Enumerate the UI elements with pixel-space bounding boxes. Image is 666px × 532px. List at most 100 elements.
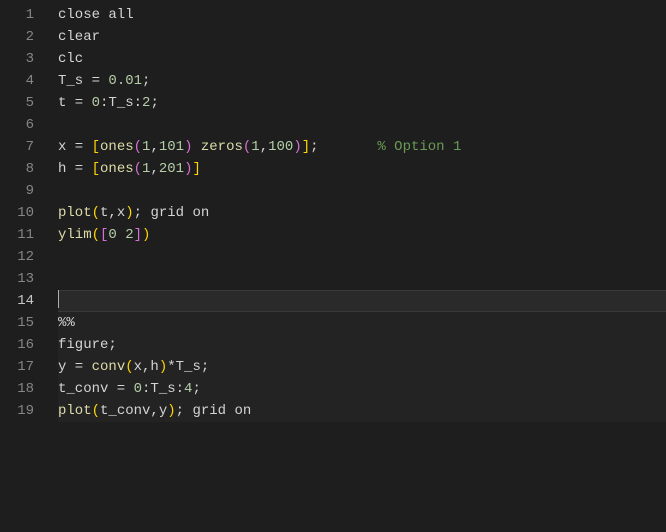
code-token — [117, 227, 125, 243]
code-token: ones — [100, 139, 134, 155]
line-number: 9 — [0, 180, 34, 202]
code-token: clear — [58, 29, 100, 45]
line-number: 7 — [0, 136, 34, 158]
code-token: 1 — [251, 139, 259, 155]
line-number: 18 — [0, 378, 34, 400]
code-token: ; — [150, 95, 158, 111]
code-token: ) — [159, 359, 167, 375]
line-number: 1 — [0, 4, 34, 26]
code-token: [ — [92, 161, 100, 177]
code-token: ] — [302, 139, 310, 155]
code-token: 201 — [159, 161, 184, 177]
code-token: % Option 1 — [377, 139, 461, 155]
section-highlight — [58, 312, 666, 334]
code-token — [192, 139, 200, 155]
code-token: ) — [167, 403, 175, 419]
line-number: 11 — [0, 224, 34, 246]
code-line[interactable] — [58, 180, 666, 202]
line-number: 8 — [0, 158, 34, 180]
code-token: ; — [142, 73, 150, 89]
code-token: conv — [92, 359, 126, 375]
code-line[interactable] — [58, 268, 666, 290]
text-cursor — [58, 290, 59, 308]
code-token: %% — [58, 315, 75, 331]
code-token: ; grid on — [176, 403, 252, 419]
line-number: 3 — [0, 48, 34, 70]
current-line-highlight — [58, 290, 666, 312]
code-token: plot — [58, 403, 92, 419]
code-token: , — [150, 139, 158, 155]
code-line[interactable]: ylim([0 2]) — [58, 224, 666, 246]
code-token: ) — [142, 227, 150, 243]
line-number: 12 — [0, 246, 34, 268]
code-line[interactable]: t = 0:T_s:2; — [58, 92, 666, 114]
line-number: 13 — [0, 268, 34, 290]
code-line[interactable]: figure; — [58, 334, 666, 356]
code-line[interactable]: plot(t_conv,y); grid on — [58, 400, 666, 422]
code-token: y = — [58, 359, 92, 375]
line-number: 15 — [0, 312, 34, 334]
code-token: t,x — [100, 205, 125, 221]
line-number: 5 — [0, 92, 34, 114]
code-token: ylim — [58, 227, 92, 243]
code-token: t = — [58, 95, 92, 111]
code-line[interactable]: t_conv = 0:T_s:4; — [58, 378, 666, 400]
code-token: ] — [134, 227, 142, 243]
line-number: 16 — [0, 334, 34, 356]
code-line[interactable]: clear — [58, 26, 666, 48]
code-token: t_conv = — [58, 381, 134, 397]
line-number: 14 — [0, 290, 34, 312]
code-line[interactable]: %% — [58, 312, 666, 334]
code-token: ; grid on — [134, 205, 210, 221]
code-token: 100 — [268, 139, 293, 155]
line-number: 6 — [0, 114, 34, 136]
code-token: ; — [310, 139, 377, 155]
code-token: x = — [58, 139, 92, 155]
code-token: , — [260, 139, 268, 155]
code-token: ( — [92, 227, 100, 243]
code-token: ( — [134, 161, 142, 177]
code-token: , — [150, 161, 158, 177]
code-line[interactable]: y = conv(x,h)*T_s; — [58, 356, 666, 378]
code-line[interactable]: plot(t,x); grid on — [58, 202, 666, 224]
code-line[interactable] — [58, 290, 666, 312]
code-line[interactable] — [58, 246, 666, 268]
code-token: ] — [192, 161, 200, 177]
section-highlight — [58, 334, 666, 356]
code-token: ) — [125, 205, 133, 221]
code-token: figure; — [58, 337, 117, 353]
line-number: 17 — [0, 356, 34, 378]
code-editor[interactable]: 12345678910111213141516171819 close allc… — [0, 0, 666, 532]
code-token: T_s = — [58, 73, 108, 89]
code-line[interactable]: h = [ones(1,201)] — [58, 158, 666, 180]
code-line[interactable]: x = [ones(1,101) zeros(1,100)]; % Option… — [58, 136, 666, 158]
code-token: close all — [58, 7, 134, 23]
code-token: ; — [192, 381, 200, 397]
code-token: :T_s: — [100, 95, 142, 111]
code-token: h = — [58, 161, 92, 177]
code-line[interactable]: T_s = 0.01; — [58, 70, 666, 92]
line-number: 10 — [0, 202, 34, 224]
code-token: 0.01 — [108, 73, 142, 89]
code-token: clc — [58, 51, 83, 67]
code-token: ones — [100, 161, 134, 177]
code-token: :T_s: — [142, 381, 184, 397]
code-token: ( — [92, 403, 100, 419]
code-token: 0 — [92, 95, 100, 111]
line-number-gutter: 12345678910111213141516171819 — [0, 4, 52, 532]
code-line[interactable] — [58, 114, 666, 136]
code-token: 0 — [108, 227, 116, 243]
code-token: 0 — [134, 381, 142, 397]
code-token: t_conv,y — [100, 403, 167, 419]
code-line[interactable]: close all — [58, 4, 666, 26]
code-token: [ — [92, 139, 100, 155]
code-token: ( — [134, 139, 142, 155]
code-token: x,h — [134, 359, 159, 375]
code-line[interactable]: clc — [58, 48, 666, 70]
code-token: ( — [125, 359, 133, 375]
code-token: 2 — [125, 227, 133, 243]
line-number: 2 — [0, 26, 34, 48]
code-token: 101 — [159, 139, 184, 155]
code-area[interactable]: close allclearclcT_s = 0.01;t = 0:T_s:2;… — [52, 4, 666, 532]
code-token: plot — [58, 205, 92, 221]
